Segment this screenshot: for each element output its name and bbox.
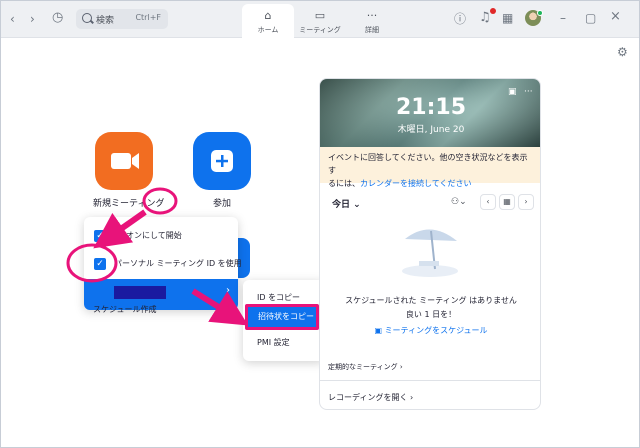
menu-item-use-pmi[interactable]: ✓ パーソナル ミーティング ID を使用 bbox=[84, 251, 242, 277]
empty-message: スケジュールされた ミーティング はありません bbox=[345, 296, 517, 305]
tab-more[interactable]: ··· 詳細 bbox=[346, 4, 398, 38]
tab-home[interactable]: ⌂ ホーム bbox=[242, 4, 294, 38]
search-label: 検索 bbox=[96, 16, 115, 26]
person-filter-icon[interactable]: ⚇⌄ bbox=[451, 197, 467, 207]
calendar-view-button[interactable]: ▦ bbox=[499, 194, 515, 210]
chevron-right-icon: › bbox=[226, 285, 230, 296]
search-shortcut: Ctrl+F bbox=[135, 13, 161, 22]
video-camera-icon bbox=[111, 153, 139, 169]
forward-chevron-icon[interactable]: › bbox=[30, 12, 35, 26]
tab-meetings[interactable]: ▭ ミーティング bbox=[294, 4, 346, 38]
copy-invite-item[interactable]: 招待状をコピー bbox=[245, 304, 319, 330]
calendar-plus-icon: ▣ bbox=[374, 326, 385, 335]
checkbox-checked-icon[interactable]: ✓ bbox=[94, 258, 106, 270]
search-input[interactable]: 検索 Ctrl+F bbox=[76, 9, 168, 29]
today-dropdown[interactable]: 今日 ⌄ bbox=[332, 197, 361, 210]
empty-message-sub: 良い 1 日を！ bbox=[405, 310, 457, 319]
prev-day-button[interactable]: ‹ bbox=[480, 194, 496, 210]
checkbox-checked-icon[interactable]: ✓ bbox=[94, 230, 106, 242]
video-icon: ▭ bbox=[314, 9, 326, 22]
open-recordings-link[interactable]: レコーディングを開く › bbox=[328, 392, 413, 403]
menu-item-label: パーソナル ミーティング ID を使用 bbox=[114, 259, 242, 268]
calendar-icon[interactable]: ▦ bbox=[502, 11, 513, 25]
bell-icon[interactable]: ♫ bbox=[479, 11, 491, 25]
presence-dot bbox=[537, 10, 543, 16]
next-day-button[interactable]: › bbox=[518, 194, 534, 210]
maximize-icon[interactable]: ▢ bbox=[585, 11, 596, 25]
menu-item-label: オンにして開始 bbox=[126, 231, 182, 240]
pmi-settings-item[interactable]: PMI 設定 bbox=[257, 337, 290, 348]
plus-icon bbox=[211, 150, 233, 172]
clock-time: 21:15 bbox=[395, 95, 467, 120]
search-icon bbox=[82, 13, 92, 23]
beach-umbrella-illustration bbox=[402, 229, 458, 277]
minimize-icon[interactable]: – bbox=[560, 11, 566, 25]
clock-date: 木曜日, June 20 bbox=[397, 125, 465, 135]
calendar-panel: ▣ ··· 21:15 木曜日, June 20 イベントに回答してください。他… bbox=[319, 78, 541, 410]
home-icon: ⌂ bbox=[264, 9, 272, 22]
join-button[interactable] bbox=[193, 132, 251, 190]
new-meeting-button[interactable] bbox=[95, 132, 153, 190]
calendar-notice: イベントに回答してください。他の空き状況などを表示す るには、カレンダーを接続し… bbox=[320, 147, 540, 188]
help-icon[interactable]: ⓘ bbox=[454, 12, 466, 26]
redacted-pmi bbox=[114, 286, 166, 299]
chevron-down-icon[interactable]: ⌄ bbox=[158, 197, 164, 205]
more-icon: ··· bbox=[366, 9, 378, 22]
copy-id-item[interactable]: ID をコピー bbox=[257, 292, 300, 303]
back-chevron-icon[interactable]: ‹ bbox=[10, 12, 15, 26]
connect-calendar-link[interactable]: カレンダーを接続してください bbox=[360, 179, 472, 188]
notification-dot bbox=[490, 8, 496, 14]
gear-icon[interactable]: ⚙ bbox=[617, 45, 628, 59]
join-label: 参加 bbox=[213, 199, 232, 209]
close-icon[interactable]: × bbox=[610, 10, 621, 24]
recurring-meetings-link[interactable]: 定期的なミーティング › bbox=[328, 362, 403, 372]
menu-item-video-on[interactable]: ✓ オンにして開始 bbox=[84, 223, 238, 249]
schedule-label: スケジュール作成 bbox=[93, 305, 157, 314]
pmi-submenu: ID をコピー 招待状をコピー PMI 設定 bbox=[243, 280, 325, 361]
divider bbox=[320, 380, 540, 381]
new-meeting-dropdown: ✓ オンにして開始 ✓ パーソナル ミーティング ID を使用 › bbox=[84, 217, 242, 310]
schedule-meeting-link[interactable]: ▣ ミーティングをスケジュール bbox=[320, 325, 540, 336]
history-icon[interactable]: ◷ bbox=[52, 11, 63, 25]
new-meeting-label: 新規ミーティング bbox=[93, 199, 165, 209]
